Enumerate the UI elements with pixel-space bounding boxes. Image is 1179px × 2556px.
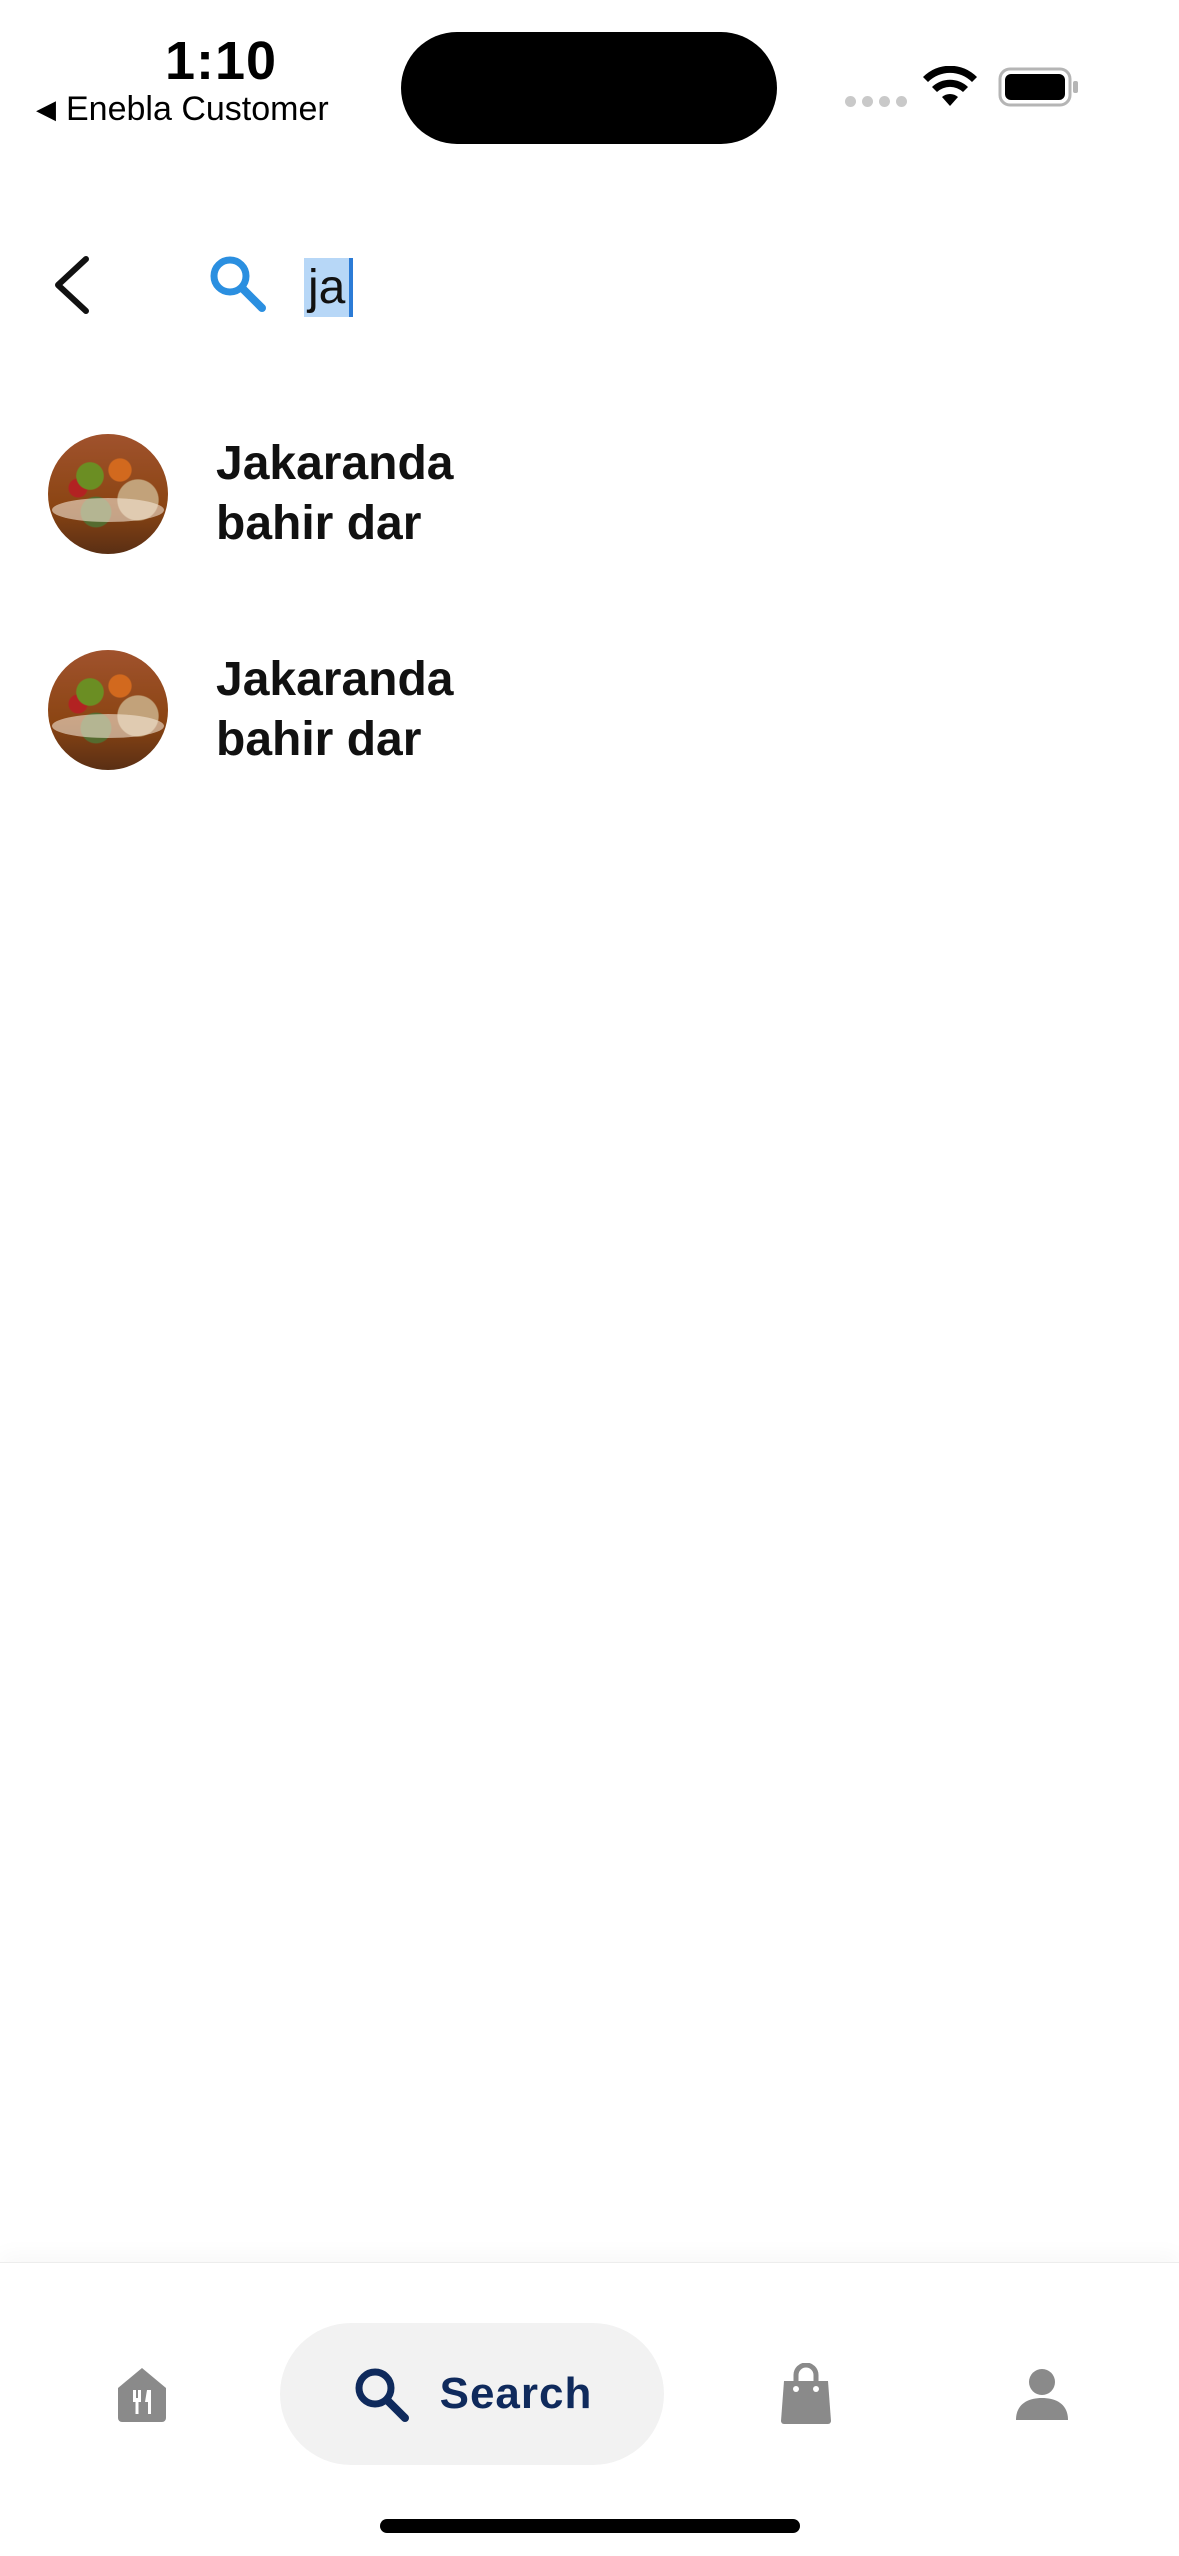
shopping-bag-icon [781, 2363, 831, 2424]
nav-search-tab[interactable]: Search [280, 2323, 664, 2465]
back-button[interactable] [36, 250, 106, 320]
search-icon [355, 2368, 409, 2422]
restaurant-name-line1: Jakaranda [216, 653, 454, 706]
restaurant-name: Jakaranda bahir dar [216, 434, 454, 554]
restaurant-icon [118, 2368, 166, 2422]
bottom-nav: Search [0, 2262, 1179, 2556]
nav-restaurants-tab[interactable] [100, 2323, 184, 2465]
search-results-list: Jakaranda bahir dar Jakaranda bahir dar [0, 420, 1179, 852]
restaurant-avatar [48, 434, 168, 554]
nav-search-label: Search [439, 2369, 593, 2418]
restaurant-name-line2: bahir dar [216, 497, 422, 550]
back-triangle-icon: ◀ [36, 94, 56, 124]
nav-profile-tab[interactable] [1000, 2323, 1084, 2465]
nav-cart-tab[interactable] [764, 2323, 848, 2465]
restaurant-name-line2: bahir dar [216, 713, 422, 766]
battery-icon [998, 67, 1078, 107]
restaurant-name: Jakaranda bahir dar [216, 650, 454, 770]
list-item[interactable]: Jakaranda bahir dar [0, 636, 1179, 852]
home-indicator [380, 2519, 800, 2533]
person-icon [1016, 2369, 1068, 2420]
search-header: ja [0, 230, 1179, 340]
status-time: 1:10 [165, 31, 278, 91]
wifi-icon [923, 66, 977, 106]
search-icon [210, 256, 266, 312]
back-app-label: Enebla Customer [66, 90, 329, 128]
status-bar: 1:10 ◀ Enebla Customer [0, 0, 1179, 150]
chevron-left-icon [55, 256, 89, 314]
restaurant-name-line1: Jakaranda [216, 437, 454, 490]
back-to-app-link[interactable]: ◀ Enebla Customer [36, 90, 329, 129]
dynamic-island [401, 32, 777, 144]
search-input[interactable]: ja [304, 252, 354, 322]
list-item[interactable]: Jakaranda bahir dar [0, 420, 1179, 636]
cellular-signal-icon [845, 96, 907, 107]
restaurant-avatar [48, 650, 168, 770]
search-query-text[interactable]: ja [304, 257, 354, 317]
